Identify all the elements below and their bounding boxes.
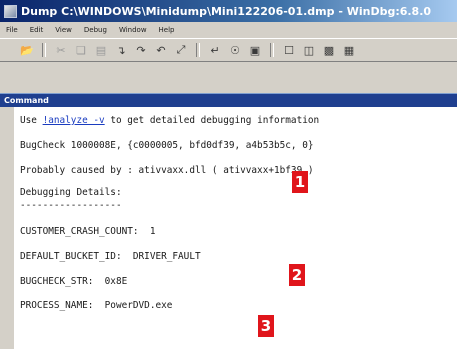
menu-file[interactable]: File bbox=[6, 26, 18, 34]
paste-icon[interactable]: ▤ bbox=[94, 43, 108, 57]
step-over-icon[interactable]: ↶ bbox=[154, 43, 168, 57]
workspace-background bbox=[0, 62, 457, 93]
command-output[interactable]: Use !analyze -v to get detailed debuggin… bbox=[0, 107, 457, 349]
step-out-icon[interactable]: ⤢ bbox=[174, 43, 188, 57]
windbg-app-icon bbox=[4, 4, 17, 18]
annotation-badge-2: 2 bbox=[289, 264, 305, 286]
toolbar: 📂 ✂ ❏ ▤ ↴ ↷ ↶ ⤢ ↵ ☉ ▣ ☐ ◫ ▩ ▦ bbox=[0, 38, 457, 62]
cut-icon[interactable]: ✂ bbox=[54, 43, 68, 57]
locals-window-icon[interactable]: ◫ bbox=[302, 43, 316, 57]
copy-icon[interactable]: ❏ bbox=[74, 43, 88, 57]
command-pane-title: Command bbox=[0, 93, 457, 107]
menu-edit[interactable]: Edit bbox=[30, 26, 44, 34]
debugging-details-underline: ------------------ bbox=[20, 200, 122, 211]
window-title-bar[interactable]: Dump C:\WINDOWS\Minidump\Mini122206-01.d… bbox=[0, 0, 457, 22]
annotation-badge-3: 3 bbox=[258, 315, 274, 337]
menu-view[interactable]: View bbox=[55, 26, 72, 34]
go-icon[interactable]: ↴ bbox=[114, 43, 128, 57]
window-title: Dump C:\WINDOWS\Minidump\Mini122206-01.d… bbox=[21, 4, 432, 18]
analyze-hint-line: Use !analyze -v to get detailed debuggin… bbox=[20, 115, 319, 126]
menu-window[interactable]: Window bbox=[119, 26, 147, 34]
process-name-line: PROCESS_NAME: PowerDVD.exe bbox=[20, 300, 173, 311]
debugging-details-heading: Debugging Details: bbox=[20, 187, 122, 198]
watch-window-icon[interactable]: ☐ bbox=[282, 43, 296, 57]
memory-window-icon[interactable]: ▦ bbox=[342, 43, 356, 57]
bugcheck-str-line: BUGCHECK_STR: 0x8E bbox=[20, 276, 128, 287]
toolbar-separator bbox=[196, 43, 200, 57]
analyze-hint-prefix: Use bbox=[20, 115, 43, 126]
breakpoint-icon[interactable]: ☉ bbox=[228, 43, 242, 57]
run-to-cursor-icon[interactable]: ↵ bbox=[208, 43, 222, 57]
command-pane-title-text: Command bbox=[4, 96, 49, 105]
registers-window-icon[interactable]: ▩ bbox=[322, 43, 336, 57]
toolbar-separator bbox=[270, 43, 274, 57]
menu-debug[interactable]: Debug bbox=[84, 26, 107, 34]
menu-help[interactable]: Help bbox=[159, 26, 175, 34]
command-window-icon[interactable]: ▣ bbox=[248, 43, 262, 57]
probably-caused-line: Probably caused by : ativvaxx.dll ( ativ… bbox=[20, 165, 314, 176]
step-into-icon[interactable]: ↷ bbox=[134, 43, 148, 57]
bucket-id-line: DEFAULT_BUCKET_ID: DRIVER_FAULT bbox=[20, 251, 201, 262]
crash-count-line: CUSTOMER_CRASH_COUNT: 1 bbox=[20, 226, 156, 237]
bugcheck-line: BugCheck 1000008E, {c0000005, bfd0df39, … bbox=[20, 140, 314, 151]
toolbar-separator bbox=[42, 43, 46, 57]
menu-bar: File Edit View Debug Window Help bbox=[0, 22, 457, 38]
analyze-hint-suffix: to get detailed debugging information bbox=[104, 115, 320, 126]
open-icon[interactable]: 📂 bbox=[20, 43, 34, 57]
annotation-badge-1: 1 bbox=[292, 171, 308, 193]
analyze-link[interactable]: !analyze -v bbox=[43, 115, 105, 126]
